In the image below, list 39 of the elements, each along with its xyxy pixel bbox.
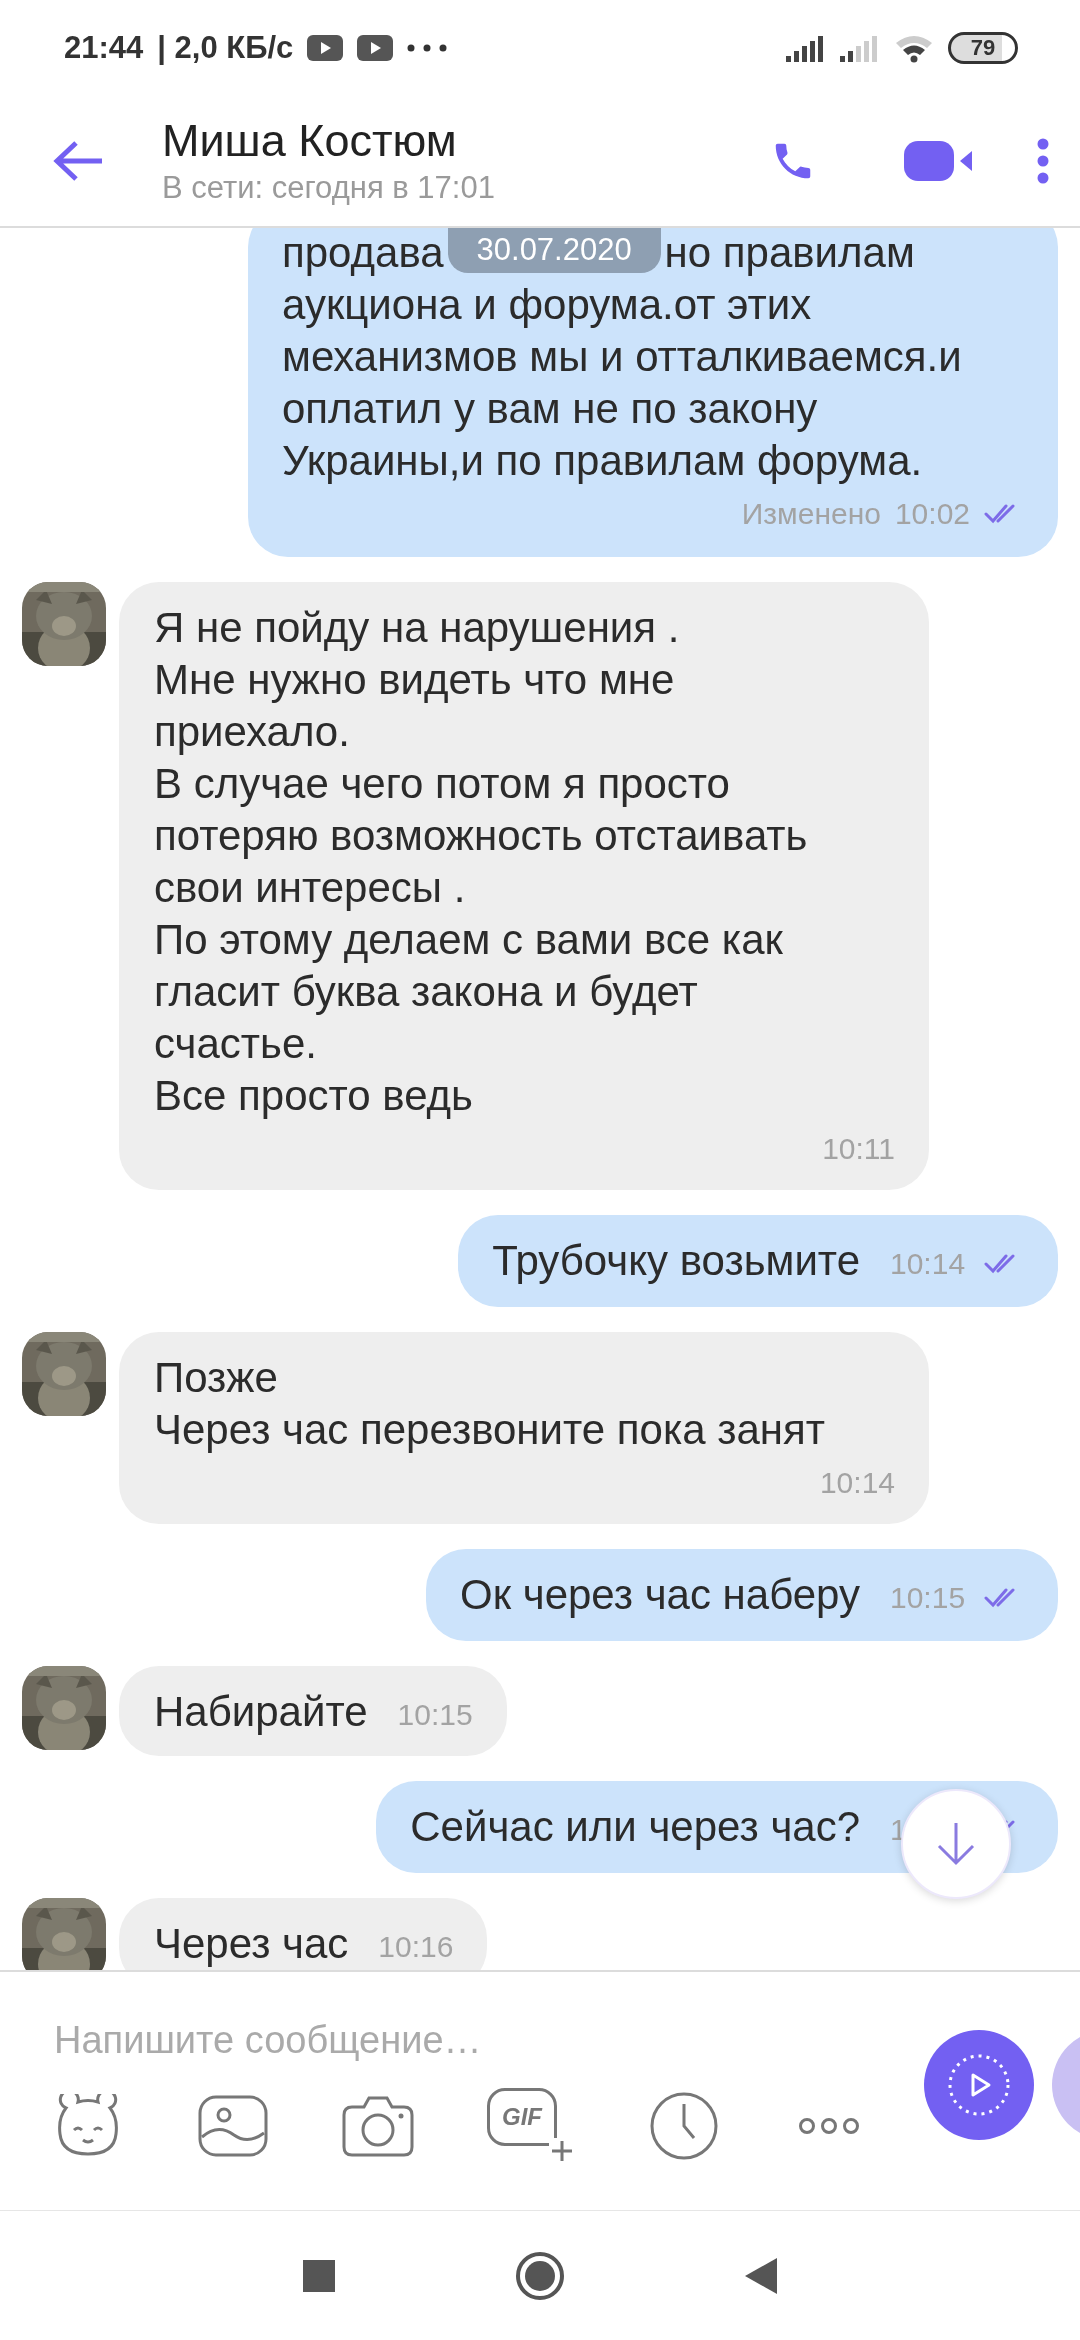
message-text: Сейчас или через час? bbox=[410, 1802, 860, 1852]
message-time: 10:14 bbox=[890, 1247, 966, 1281]
network-speed: | 2,0 КБ/с bbox=[157, 29, 294, 66]
message-text: но правилам bbox=[664, 228, 915, 278]
message-text: Я не пойду на нарушения . Мне нужно видеть что мне приехало. В случае чего потом я просто потеряю возможность отстаивать свои интересы . По этому делаем с вами все как гласит буква закона и будет счастье. Все просто ведь bbox=[154, 603, 808, 1121]
video-call-button[interactable] bbox=[904, 138, 974, 183]
message-time: 10:15 bbox=[890, 1581, 966, 1615]
message-time: 10:14 bbox=[819, 1466, 895, 1500]
video-play-icon bbox=[357, 34, 394, 61]
message-input[interactable]: Напишите сообщение… bbox=[54, 1998, 574, 2082]
edited-label: Изменено bbox=[741, 497, 881, 531]
message-text: Позже Через час перезвоните пока занят bbox=[154, 1353, 825, 1455]
more-icon bbox=[407, 43, 448, 52]
message-text: аукциона и форума.от этих механизмов мы и отталкиваемся.и оплатил у вам не по закону Украины,и по правилам форума. bbox=[282, 280, 962, 486]
signal-icon bbox=[840, 33, 880, 62]
video-play-icon bbox=[307, 34, 344, 61]
message-text: Трубочку возьмите bbox=[492, 1236, 860, 1286]
message-text: Набирайте bbox=[154, 1687, 368, 1737]
recent-apps-button[interactable] bbox=[303, 2259, 335, 2292]
message-text: продава bbox=[282, 228, 444, 278]
play-icon bbox=[946, 2052, 1012, 2118]
message-time: 10:11 bbox=[822, 1132, 895, 1166]
message-text: Через час bbox=[154, 1919, 349, 1969]
home-button[interactable] bbox=[515, 2250, 565, 2301]
signal-icon bbox=[786, 33, 826, 62]
battery-indicator: 79 bbox=[948, 31, 1018, 64]
status-time: 21:44 bbox=[64, 29, 144, 66]
date-chip: 30.07.2020 bbox=[447, 228, 661, 273]
more-dots-icon bbox=[799, 2116, 859, 2136]
contact-name: Миша Костюм bbox=[162, 113, 458, 168]
clock-button[interactable] bbox=[648, 2090, 720, 2162]
message-time: 10:16 bbox=[378, 1930, 454, 1964]
back-button[interactable] bbox=[52, 139, 104, 182]
message-time: 10:15 bbox=[397, 1698, 473, 1732]
back-nav-button[interactable] bbox=[745, 2257, 777, 2294]
more-options-button[interactable] bbox=[1036, 137, 1050, 184]
last-seen-status: В сети: сегодня в 17:01 bbox=[162, 168, 496, 207]
message-time: 10:02 bbox=[894, 497, 970, 531]
message-text: Ок через час наберу bbox=[460, 1570, 860, 1620]
